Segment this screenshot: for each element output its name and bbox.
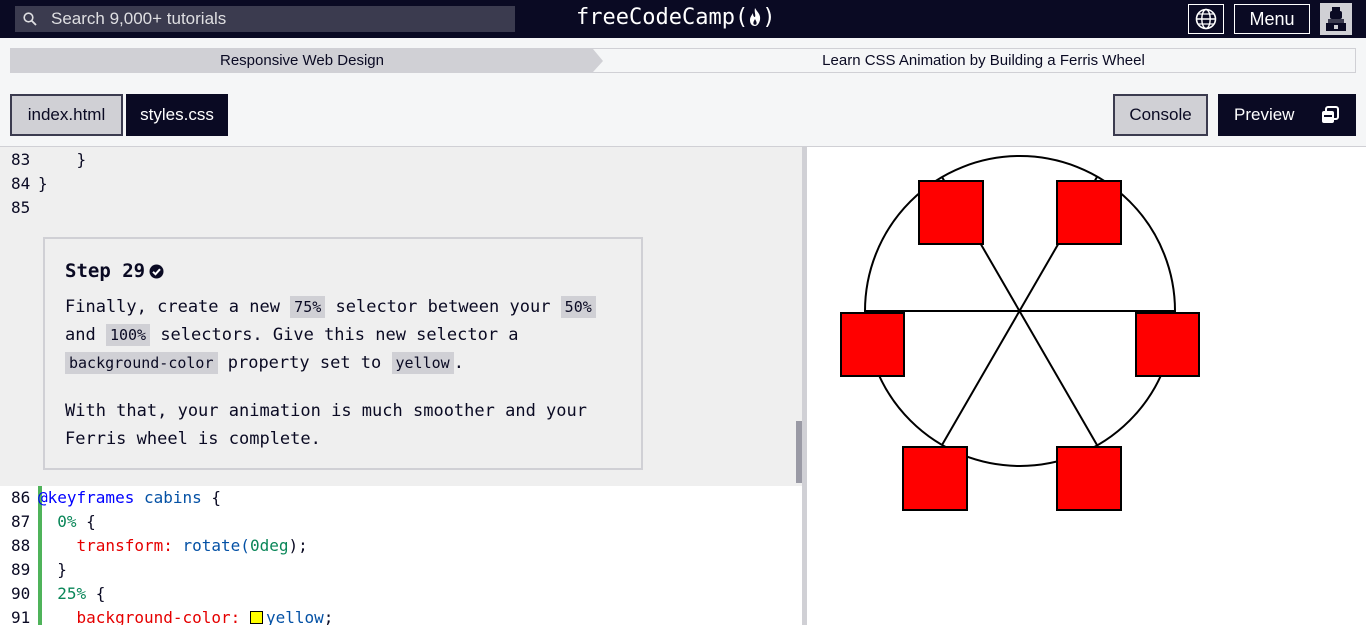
preview-pane <box>807 147 1366 625</box>
line-number: 88 <box>11 536 31 555</box>
step-text: selectors. Give this new selector a <box>150 325 519 345</box>
breadcrumb-course[interactable]: Responsive Web Design <box>11 49 593 72</box>
search-icon <box>23 12 37 26</box>
top-nav: Search 9,000+ tutorials freeCodeCamp() M… <box>0 0 1366 38</box>
code-line: 90 25% { <box>0 582 802 606</box>
line-number: 86 <box>11 488 31 507</box>
preview-button[interactable]: Preview <box>1218 94 1356 136</box>
line-number: 90 <box>11 584 31 603</box>
cabin <box>918 180 984 245</box>
line-number: 84 <box>11 174 31 193</box>
language-button[interactable] <box>1188 4 1224 34</box>
line-number: 87 <box>11 512 31 531</box>
code-property: background-color: <box>76 608 241 625</box>
globe-icon <box>1195 8 1217 30</box>
inline-code: 75% <box>290 296 326 318</box>
freecodecamp-logo[interactable]: freeCodeCamp() <box>576 4 775 32</box>
code-identifier: cabins <box>134 488 202 507</box>
avatar[interactable] <box>1320 3 1352 35</box>
ferris-wheel-preview <box>840 155 1200 511</box>
code-text: ); <box>288 536 308 555</box>
code-text: } <box>38 150 87 169</box>
cabin <box>1056 180 1122 245</box>
step-text: and <box>65 325 106 345</box>
code-keyword: @keyframes <box>38 488 135 507</box>
code-line: 85 <box>0 196 802 220</box>
code-function: rotate( <box>182 536 250 555</box>
line-number: 85 <box>11 198 31 217</box>
code-editor[interactable]: 83 } 84} 85 Step 29 Finally, create a ne… <box>0 147 802 625</box>
line-number: 91 <box>11 608 31 625</box>
code-text: { <box>76 512 96 531</box>
step-description-panel: Step 29 Finally, create a new 75% select… <box>43 237 643 470</box>
step-title-text: Step 29 <box>65 260 146 282</box>
code-line: 88 transform: rotate(0deg); <box>0 534 802 558</box>
code-value: yellow <box>265 608 324 625</box>
popout-icon <box>1322 106 1339 123</box>
user-avatar-icon <box>1326 7 1346 31</box>
console-button[interactable]: Console <box>1113 94 1208 136</box>
breadcrumb-project[interactable]: Learn CSS Animation by Building a Ferris… <box>611 49 1356 72</box>
breadcrumb: Responsive Web Design Learn CSS Animatio… <box>10 48 1356 73</box>
code-line: 87 0% { <box>0 510 802 534</box>
color-swatch[interactable] <box>249 611 263 624</box>
line-number: 89 <box>11 560 31 579</box>
step-text: selector between your <box>325 297 561 317</box>
step-text: . <box>453 353 464 373</box>
cabin <box>902 446 968 511</box>
cabin <box>1056 446 1122 511</box>
search-input[interactable]: Search 9,000+ tutorials <box>15 6 515 32</box>
inline-code: yellow <box>391 352 454 374</box>
step-conclusion: With that, your animation is much smooth… <box>65 401 587 449</box>
logo-text: freeCodeCamp( <box>576 5 749 30</box>
inline-code: background-color <box>65 352 218 374</box>
code-property: transform: <box>76 536 173 555</box>
preview-label: Preview <box>1234 105 1295 124</box>
step-text: Finally, create a new <box>65 297 291 317</box>
flame-icon <box>750 8 761 26</box>
logo-text-close: ) <box>762 5 776 30</box>
code-text: } <box>38 174 48 193</box>
code-selector: 25% <box>57 584 87 603</box>
code-number: 0deg <box>249 536 289 555</box>
code-line: 83 } <box>0 148 802 172</box>
code-text: ; <box>323 608 334 625</box>
breadcrumb-arrow <box>593 49 603 72</box>
step-title: Step 29 <box>65 257 621 285</box>
menu-button[interactable]: Menu <box>1234 4 1310 34</box>
cabin <box>840 312 905 377</box>
code-text: { <box>86 584 106 603</box>
cabins <box>840 180 1200 511</box>
tab-index-html[interactable]: index.html <box>10 94 123 136</box>
search-placeholder: Search 9,000+ tutorials <box>51 9 227 28</box>
code-line: 89 } <box>0 558 802 582</box>
step-text: property set to <box>217 353 392 373</box>
inline-code: 50% <box>560 296 596 318</box>
tab-styles-css[interactable]: styles.css <box>126 94 228 136</box>
code-line: 91 background-color: yellow; <box>0 606 802 625</box>
check-circle-icon <box>149 264 164 279</box>
code-selector: 0% <box>57 512 77 531</box>
code-text: } <box>38 560 67 579</box>
step-instructions: Finally, create a new 75% selector betwe… <box>65 293 621 377</box>
inline-code: 100% <box>105 324 151 346</box>
code-line: 86 @keyframes cabins { <box>0 486 802 510</box>
cabin <box>1135 312 1200 377</box>
code-text: { <box>201 488 222 507</box>
code-line: 84} <box>0 172 802 196</box>
line-number: 83 <box>11 150 31 169</box>
